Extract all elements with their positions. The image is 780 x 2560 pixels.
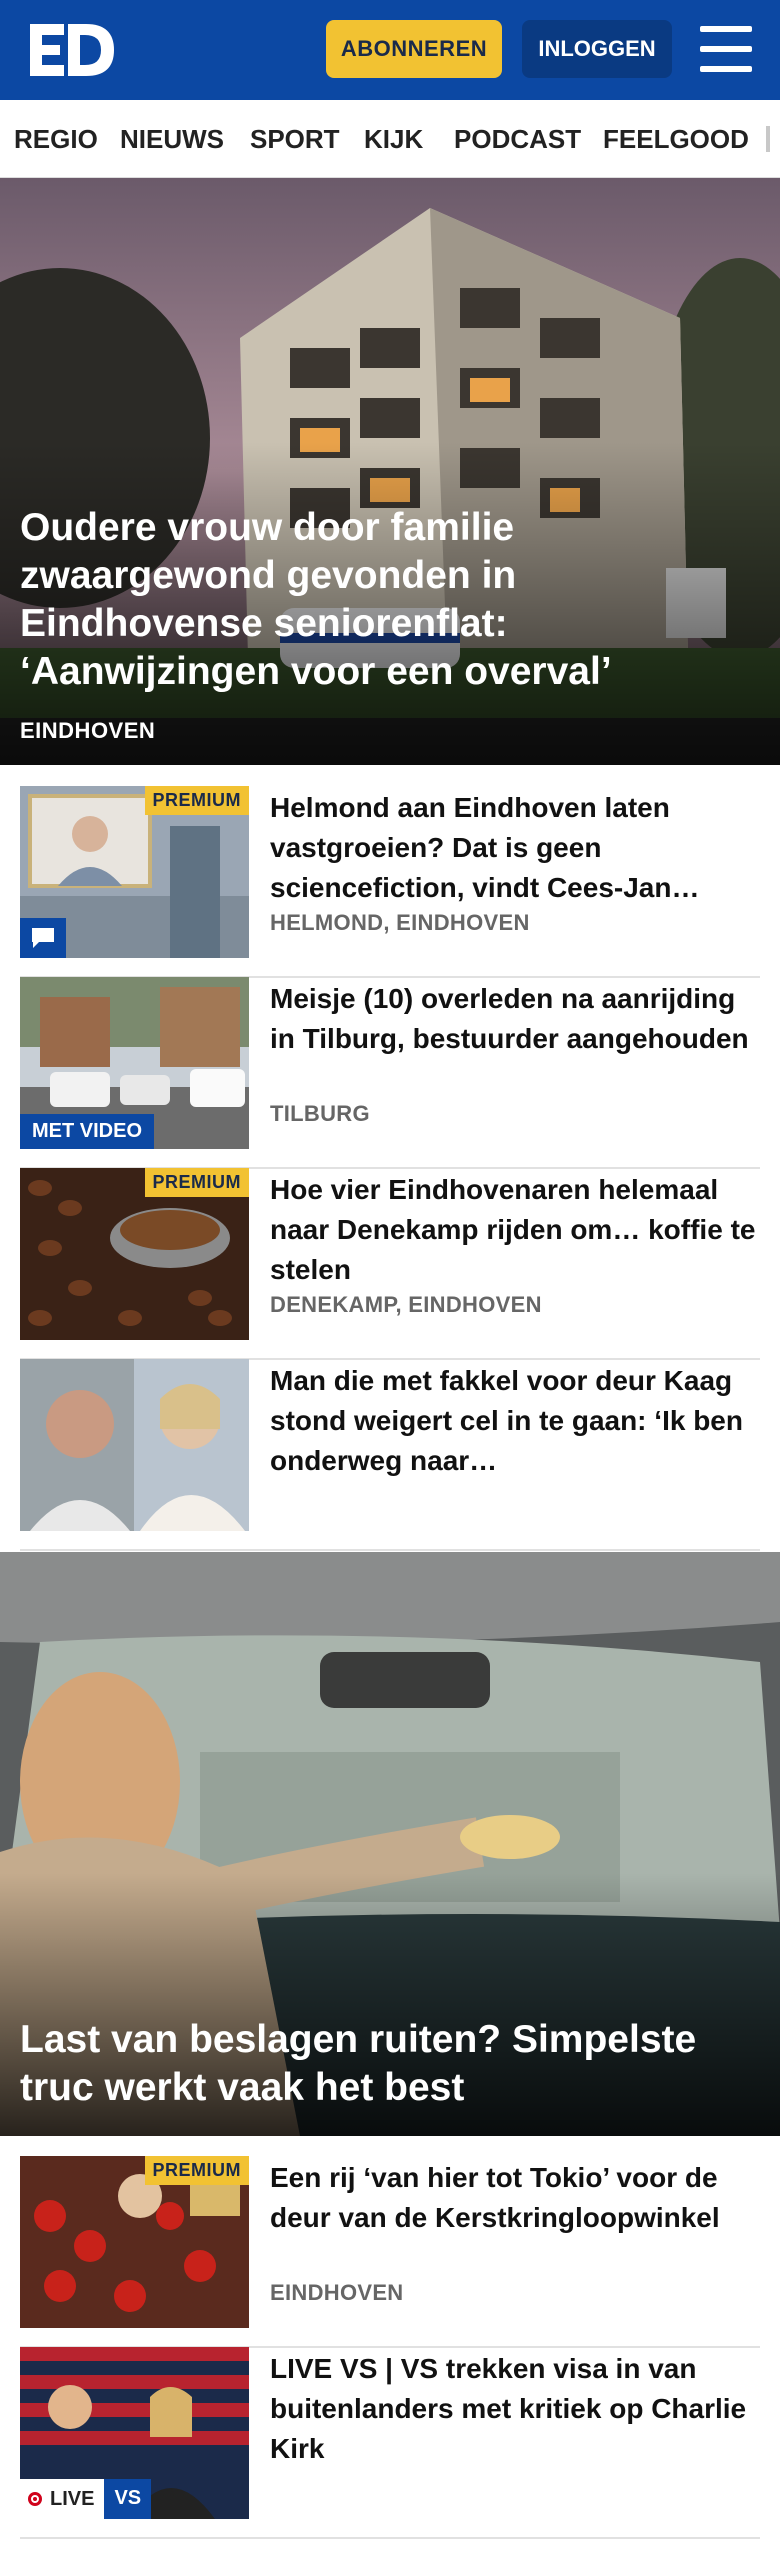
hero-article[interactable]: Oudere vrouw door familie zwaargewond ge… <box>0 178 780 765</box>
list-item[interactable]: PREMIUM Helmond aan Eindhoven laten vast… <box>20 786 760 978</box>
ed-logo[interactable] <box>28 18 118 82</box>
live-text: LIVE <box>50 2487 95 2510</box>
article-headline[interactable]: Meisje (10) overleden na aanrijding in T… <box>270 979 760 1059</box>
article-headline[interactable]: Helmond aan Eindhoven laten vastgroeien?… <box>270 788 760 908</box>
video-badge: MET VIDEO <box>20 1114 155 1149</box>
article-headline[interactable]: Hoe vier Eindhovenaren helemaal naar Den… <box>270 1170 760 1290</box>
nav-item-podcast[interactable]: PODCAST <box>454 124 581 155</box>
list-item[interactable]: LIVE VS LIVE VS | VS trekken visa in van… <box>20 2347 760 2539</box>
list-item[interactable]: PREMIUM Een rij ‘van hier tot Tokio’ voo… <box>20 2156 760 2348</box>
live-badge: LIVE VS <box>20 2479 152 2519</box>
article-thumbnail: LIVE VS <box>20 2347 249 2519</box>
nav-item-regio[interactable]: REGIO <box>14 124 98 155</box>
comment-icon <box>20 918 66 958</box>
hero-headline[interactable]: Last van beslagen ruiten? Simpelste truc… <box>20 2016 760 2112</box>
article-location-tag: HELMOND, EINDHOVEN <box>270 910 530 935</box>
premium-badge: PREMIUM <box>144 2156 249 2185</box>
subscribe-button[interactable]: ABONNEREN <box>326 20 502 78</box>
ed-logo-mark <box>30 24 114 76</box>
list-item[interactable]: PREMIUM Hoe vier Eindhovenaren helemaal … <box>20 1168 760 1360</box>
login-button[interactable]: INLOGGEN <box>522 20 672 78</box>
article-location-tag: EINDHOVEN <box>270 2280 404 2305</box>
premium-badge: PREMIUM <box>144 786 249 815</box>
nav-overflow-indicator <box>766 126 770 152</box>
nav-item-sport[interactable]: SPORT <box>250 124 340 155</box>
article-location-tag: TILBURG <box>270 1101 370 1126</box>
nav-item-kijk[interactable]: KIJK <box>364 124 423 155</box>
live-dot-icon <box>28 2492 42 2506</box>
nav-item-feelgood[interactable]: FEELGOOD <box>603 124 749 155</box>
top-bar: ABONNEREN INLOGGEN <box>0 0 780 100</box>
hamburger-icon[interactable] <box>700 26 752 72</box>
article-headline[interactable]: Man die met fakkel voor deur Kaag stond … <box>270 1361 760 1481</box>
article-headline[interactable]: Een rij ‘van hier tot Tokio’ voor de deu… <box>270 2158 760 2238</box>
article-headline[interactable]: LIVE VS | VS trekken visa in van buitenl… <box>270 2349 760 2469</box>
premium-badge: PREMIUM <box>144 1168 249 1197</box>
article-location-tag: DENEKAMP, EINDHOVEN <box>270 1292 542 1317</box>
hero-headline[interactable]: Oudere vrouw door familie zwaargewond ge… <box>20 504 740 696</box>
article-thumbnail: PREMIUM <box>20 1168 249 1340</box>
article-thumbnail: PREMIUM <box>20 786 249 958</box>
article-thumbnail <box>20 1359 249 1531</box>
nav-item-nieuws[interactable]: NIEUWS <box>120 124 224 155</box>
article-thumbnail: PREMIUM <box>20 2156 249 2328</box>
list-item[interactable]: Man die met fakkel voor deur Kaag stond … <box>20 1359 760 1551</box>
vs-label: VS <box>104 2479 152 2519</box>
article-thumbnail: MET VIDEO <box>20 977 249 1149</box>
live-label: LIVE <box>20 2479 105 2519</box>
section-nav: REGIO NIEUWS SPORT KIJK PODCAST FEELGOOD <box>0 100 780 178</box>
hero-article[interactable]: Last van beslagen ruiten? Simpelste truc… <box>0 1552 780 2136</box>
list-item[interactable]: MET VIDEO Meisje (10) overleden na aanri… <box>20 977 760 1169</box>
hero-location-tag: EINDHOVEN <box>20 718 156 743</box>
